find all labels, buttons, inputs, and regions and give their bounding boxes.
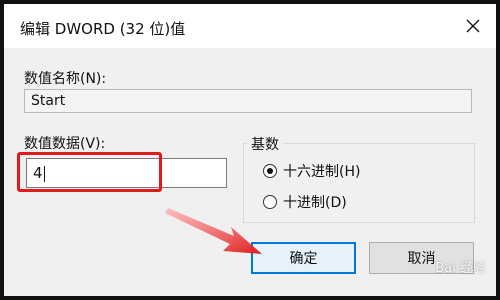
text-caret	[43, 165, 45, 182]
close-button[interactable]	[456, 10, 490, 42]
radix-group-title: 基数	[247, 134, 283, 154]
value-data-input[interactable]: 4	[26, 158, 227, 188]
radio-selected-icon	[263, 164, 277, 178]
watermark-logo: Bai 经验	[435, 261, 486, 276]
radio-decimal[interactable]: 十进制(D)	[263, 192, 347, 212]
close-icon	[466, 19, 480, 33]
dialog-window: 编辑 DWORD (32 位)值 数值名称(N): Start 数值数据(V):…	[0, 0, 500, 300]
value-data-text: 4	[33, 164, 43, 182]
value-name-field: Start	[24, 89, 472, 113]
title-bar: 编辑 DWORD (32 位)值	[4, 4, 496, 48]
ok-button[interactable]: 确定	[251, 242, 356, 274]
radio-hexadecimal-label: 十六进制(H)	[283, 164, 361, 180]
value-data-label: 数值数据(V):	[24, 136, 106, 152]
radio-unselected-icon	[263, 195, 277, 209]
radio-hexadecimal[interactable]: 十六进制(H)	[263, 161, 360, 181]
value-name-label: 数值名称(N):	[24, 71, 107, 87]
radio-decimal-label: 十进制(D)	[283, 195, 347, 211]
window-title: 编辑 DWORD (32 位)值	[20, 20, 186, 38]
